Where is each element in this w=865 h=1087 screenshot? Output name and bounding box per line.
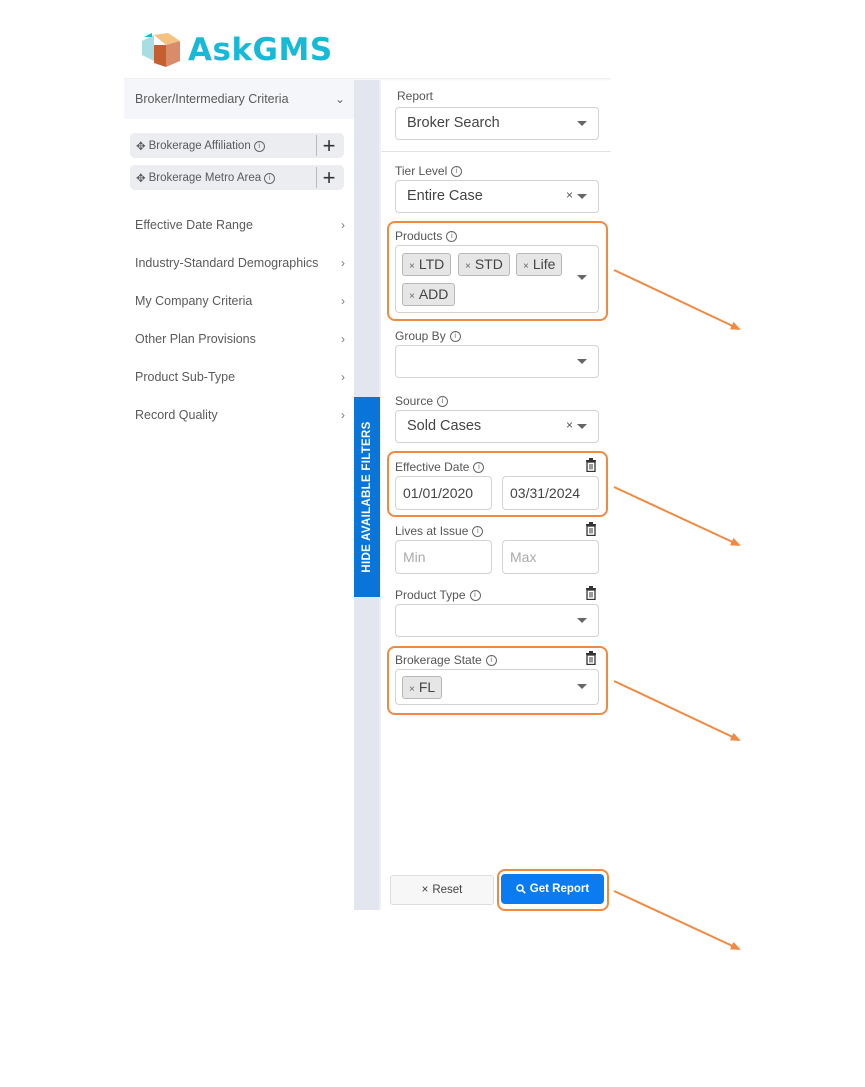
arrow-get-report [613,890,739,950]
arrow-brokerage-state [613,680,739,741]
annotation-arrows [613,269,865,950]
arrow-effective-date [613,486,739,546]
arrow-products [613,269,739,330]
